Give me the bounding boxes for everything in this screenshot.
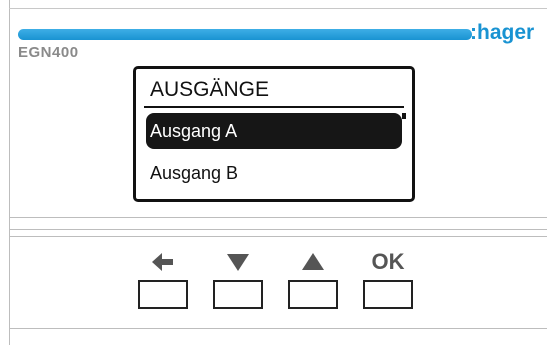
panel-divider	[9, 328, 547, 329]
menu-item-label: Ausgang B	[150, 163, 239, 183]
menu-item-ausgang-a[interactable]: Ausgang A	[146, 113, 402, 149]
menu-item-ausgang-b[interactable]: Ausgang B	[146, 155, 402, 191]
back-button-group	[135, 248, 191, 314]
brand-bar	[18, 29, 472, 40]
panel-divider	[9, 236, 547, 237]
scroll-indicator	[402, 113, 406, 119]
up-button[interactable]	[288, 280, 338, 309]
brand-logo: :hager	[470, 21, 535, 44]
panel-divider	[9, 217, 547, 218]
back-button[interactable]	[138, 280, 188, 309]
ok-label-wrap: OK	[360, 248, 416, 276]
triangle-down-icon	[210, 248, 266, 276]
ok-button[interactable]	[363, 280, 413, 309]
panel-edge	[9, 0, 10, 345]
up-button-group	[285, 248, 341, 314]
device-panel: :hager EGN400 AUSGÄNGE Ausgang A Ausgang…	[0, 0, 547, 345]
triangle-up-icon	[285, 248, 341, 276]
screen-title: AUSGÄNGE	[150, 78, 270, 101]
panel-top-edge	[9, 8, 547, 9]
panel-divider	[9, 229, 547, 230]
screen-title-separator	[144, 106, 404, 108]
ok-label: OK	[371, 249, 405, 274]
menu-item-label: Ausgang A	[150, 121, 238, 141]
ok-button-group: OK	[360, 248, 416, 314]
arrow-left-icon	[135, 248, 191, 276]
model-label: EGN400	[18, 44, 79, 61]
down-button[interactable]	[213, 280, 263, 309]
lcd-screen: AUSGÄNGE Ausgang A Ausgang B	[133, 66, 415, 202]
down-button-group	[210, 248, 266, 314]
